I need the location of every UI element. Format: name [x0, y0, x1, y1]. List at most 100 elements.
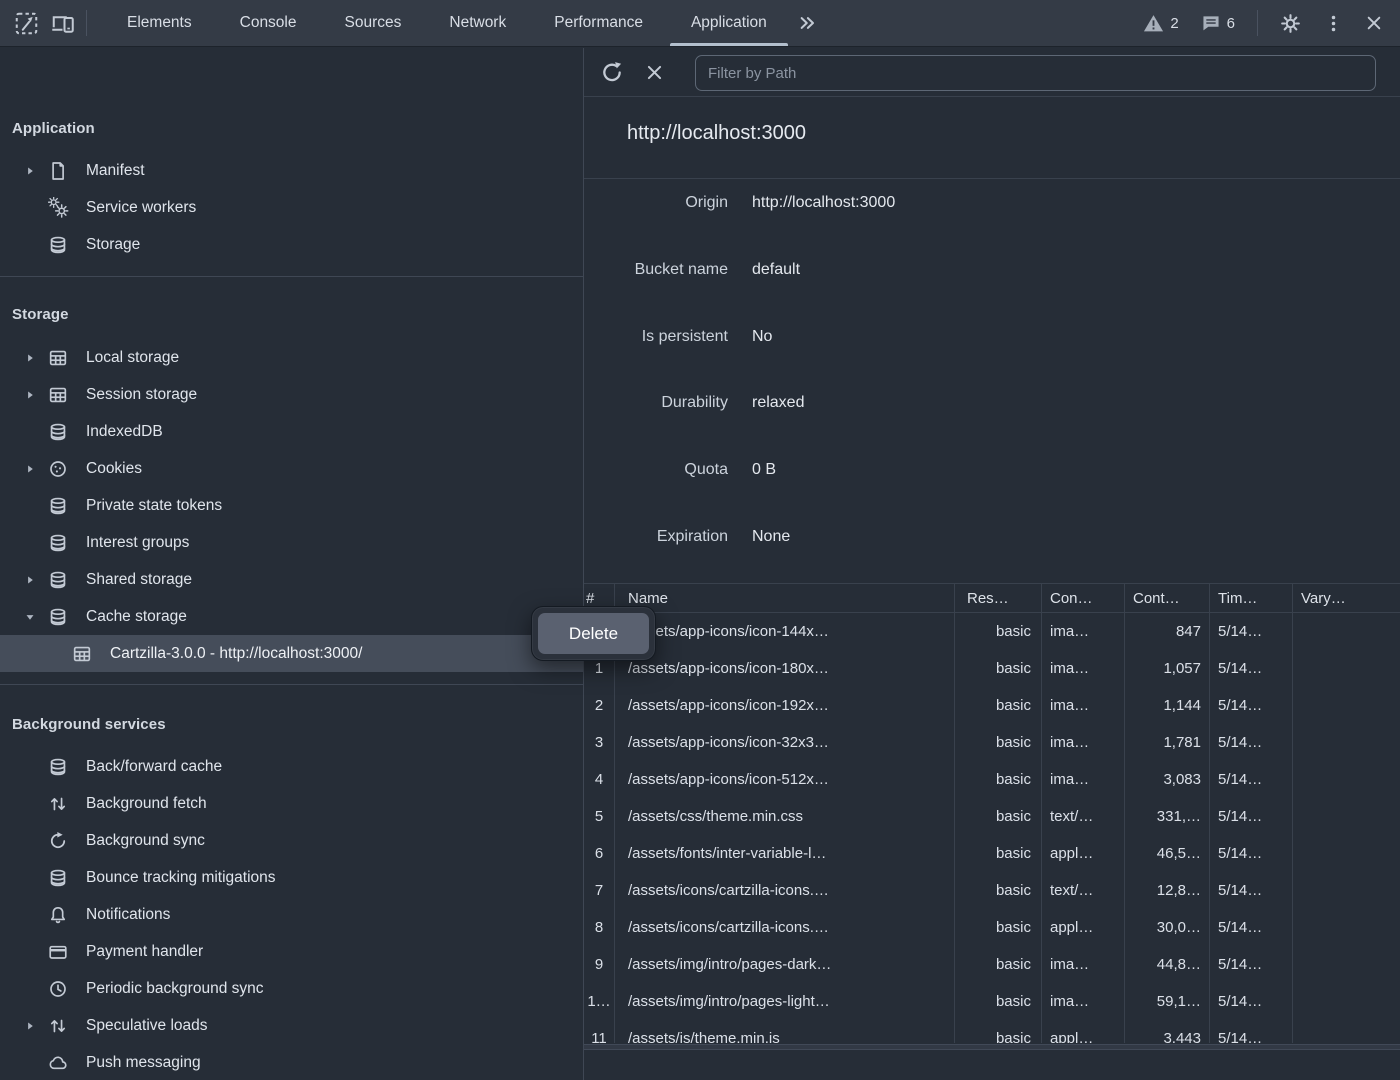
table-row[interactable]: 6 /assets/fonts/inter-variable-l… basic … — [584, 835, 1400, 872]
clear-x-icon — [644, 62, 665, 83]
tab-performance[interactable]: Performance — [530, 0, 667, 46]
tab-application[interactable]: Application — [667, 0, 791, 46]
detail-row-origin: Origin http://localhost:3000 — [584, 190, 1400, 216]
table-row[interactable]: 2 /assets/app-icons/icon-192x… basic ima… — [584, 687, 1400, 724]
sidebar-item-cartzilla-cache[interactable]: Cartzilla-3.0.0 - http://localhost:3000/ — [0, 635, 583, 672]
warning-count[interactable]: 2 — [1170, 15, 1178, 32]
filter-by-path-input[interactable] — [695, 55, 1376, 91]
cell-response-type: basic — [955, 724, 1042, 761]
sidebar-item-periodic-background-sync[interactable]: Periodic background sync — [0, 970, 583, 1007]
sidebar-item-shared-storage[interactable]: Shared storage — [0, 561, 583, 598]
table-row[interactable]: 11 /assets/js/theme.min.js basic appl… 3… — [584, 1020, 1400, 1043]
table-row[interactable]: 3 /assets/app-icons/icon-32x3… basic ima… — [584, 724, 1400, 761]
col-header-time-cached[interactable]: Tim… — [1210, 584, 1293, 612]
table-row[interactable]: 1 /assets/app-icons/icon-180x… basic ima… — [584, 650, 1400, 687]
cell-response-type: basic — [955, 909, 1042, 946]
sidebar-item-label: Storage — [86, 236, 583, 254]
sidebar-item-speculative-loads[interactable]: Speculative loads — [0, 1007, 583, 1044]
sidebar-item-notifications[interactable]: Notifications — [0, 896, 583, 933]
cell-index: 6 — [584, 835, 615, 872]
tab-network[interactable]: Network — [425, 0, 530, 46]
sidebar-item-interest-groups[interactable]: Interest groups — [0, 524, 583, 561]
detail-value: default — [752, 261, 800, 279]
cell-content-type: appl… — [1042, 1020, 1125, 1043]
cell-response-type: basic — [955, 798, 1042, 835]
col-header-name[interactable]: Name — [615, 584, 955, 612]
col-header-content-length[interactable]: Cont… — [1125, 584, 1210, 612]
sidebar-item-storage[interactable]: Storage — [0, 226, 583, 263]
horizontal-splitter[interactable] — [584, 1044, 1400, 1050]
tab-console[interactable]: Console — [216, 0, 321, 46]
col-header-vary[interactable]: Vary… — [1293, 584, 1400, 612]
sidebar-item-cookies[interactable]: Cookies — [0, 450, 583, 487]
inspect-icon — [14, 11, 39, 36]
tab-sources[interactable]: Sources — [321, 0, 426, 46]
more-tabs-button[interactable] — [791, 0, 823, 46]
sidebar-item-manifest[interactable]: Manifest — [0, 152, 583, 189]
sidebar-item-back-forward-cache[interactable]: Back/forward cache — [0, 748, 583, 785]
cell-content-length: 331,… — [1125, 798, 1210, 835]
caret-right-icon[interactable] — [24, 463, 48, 475]
device-toolbar-button[interactable] — [44, 6, 80, 40]
table-row[interactable]: 4 /assets/app-icons/icon-512x… basic ima… — [584, 761, 1400, 798]
cell-content-type: text/… — [1042, 872, 1125, 909]
col-header-content-type[interactable]: Con… — [1042, 584, 1125, 612]
sidebar-item-label: Session storage — [86, 386, 583, 404]
sidebar-item-label: Cartzilla-3.0.0 - http://localhost:3000/ — [110, 645, 583, 663]
sidebar-item-service-workers[interactable]: Service workers — [0, 189, 583, 226]
cell-time-cached: 5/14… — [1210, 983, 1293, 1020]
table-row[interactable]: 9 /assets/img/intro/pages-dark… basic im… — [584, 946, 1400, 983]
cell-time-cached: 5/14… — [1210, 650, 1293, 687]
sidebar-item-bounce-tracking-mitigations[interactable]: Bounce tracking mitigations — [0, 859, 583, 896]
cell-content-length: 59,1… — [1125, 983, 1210, 1020]
table-row[interactable]: 8 /assets/icons/cartzilla-icons.… basic … — [584, 909, 1400, 946]
caret-right-icon[interactable] — [24, 165, 48, 177]
cell-response-type: basic — [955, 983, 1042, 1020]
caret-right-icon[interactable] — [24, 1020, 48, 1032]
caret-right-icon[interactable] — [24, 574, 48, 586]
cell-name: /assets/app-icons/icon-512x… — [615, 761, 955, 798]
sidebar-item-session-storage[interactable]: Session storage — [0, 376, 583, 413]
sidebar-item-indexeddb[interactable]: IndexedDB — [0, 413, 583, 450]
refresh-button[interactable] — [594, 55, 630, 89]
settings-gear-icon[interactable] — [1278, 11, 1303, 36]
caret-down-icon[interactable] — [24, 611, 48, 623]
sidebar-item-push-messaging[interactable]: Push messaging — [0, 1044, 583, 1080]
sidebar-item-background-fetch[interactable]: Background fetch — [0, 785, 583, 822]
close-icon[interactable] — [1364, 13, 1384, 33]
table-row[interactable]: 5 /assets/css/theme.min.css basic text/…… — [584, 798, 1400, 835]
cell-vary — [1293, 613, 1400, 650]
cell-content-length: 3,083 — [1125, 761, 1210, 798]
table-row[interactable]: 7 /assets/icons/cartzilla-icons.… basic … — [584, 872, 1400, 909]
caret-right-icon[interactable] — [24, 389, 48, 401]
sidebar-item-label: Manifest — [86, 162, 583, 180]
clear-button[interactable] — [636, 55, 672, 89]
sidebar-item-payment-handler[interactable]: Payment handler — [0, 933, 583, 970]
col-header-response-type[interactable]: Res… — [955, 584, 1042, 612]
tab-label: Elements — [127, 14, 192, 32]
warning-icon[interactable] — [1143, 13, 1164, 34]
cell-response-type: basic — [955, 613, 1042, 650]
cell-response-type: basic — [955, 650, 1042, 687]
tab-elements[interactable]: Elements — [103, 0, 216, 46]
table-row[interactable]: 1… /assets/img/intro/pages-light… basic … — [584, 983, 1400, 1020]
database-icon — [48, 496, 68, 516]
sidebar-item-background-sync[interactable]: Background sync — [0, 822, 583, 859]
sidebar-item-private-state-tokens[interactable]: Private state tokens — [0, 487, 583, 524]
detail-key: Quota — [584, 461, 728, 479]
database-icon — [48, 235, 68, 255]
sidebar-item-cache-storage[interactable]: Cache storage — [0, 598, 583, 635]
caret-right-icon[interactable] — [24, 352, 48, 364]
table-icon — [48, 385, 68, 405]
context-menu-delete[interactable]: Delete — [538, 613, 649, 654]
sidebar-item-local-storage[interactable]: Local storage — [0, 339, 583, 376]
table-row[interactable]: 0 /assets/app-icons/icon-144x… basic ima… — [584, 613, 1400, 650]
message-count[interactable]: 6 — [1227, 15, 1235, 32]
console-messages-icon[interactable] — [1201, 13, 1221, 33]
cell-time-cached: 5/14… — [1210, 872, 1293, 909]
kebab-menu-icon[interactable] — [1323, 13, 1344, 34]
up-down-arrows-icon — [48, 1016, 68, 1036]
tab-label: Sources — [345, 14, 402, 32]
detail-value: 0 B — [752, 461, 776, 479]
inspect-element-button[interactable] — [8, 6, 44, 40]
